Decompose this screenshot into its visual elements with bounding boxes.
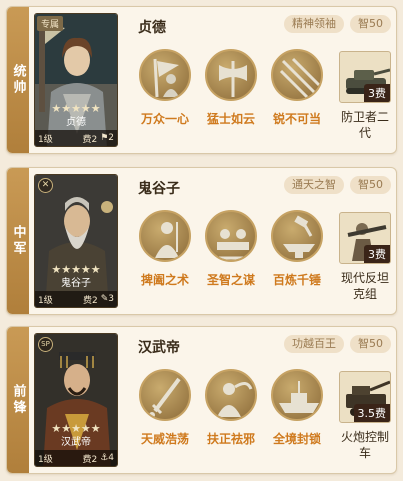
skill-slot-1[interactable]: 捭阖之术 xyxy=(135,210,195,288)
hero-name: 鬼谷子 xyxy=(138,181,180,197)
skill-slot-1[interactable]: 万众一心 xyxy=(135,49,195,127)
lineup-card-center[interactable]: 中军 ✕ ★★★★★ 鬼谷子 1级 费2 ✎ 3 鬼谷子 通天之智 智50 捭阖… xyxy=(6,167,397,315)
skill-name: 捭阖之术 xyxy=(140,273,189,287)
position-tab: 中军 xyxy=(7,168,29,314)
scholar-icon xyxy=(139,210,191,262)
hero-portrait[interactable]: ✕ ★★★★★ 鬼谷子 1级 费2 ✎ 3 xyxy=(34,174,118,308)
horn-warrior-icon xyxy=(205,369,257,421)
hero-trait-tag: 通天之智 xyxy=(284,176,344,194)
hero-level: 1级 xyxy=(38,134,53,145)
skill-slot-1[interactable]: 天威浩荡 xyxy=(135,369,195,447)
skill-slot-2[interactable]: 圣智之谋 xyxy=(201,210,261,288)
hero-level: 1级 xyxy=(38,295,53,306)
hero-trait-tag: 精神领袖 xyxy=(284,15,344,33)
skill-name: 万众一心 xyxy=(140,112,189,126)
artillery-vehicle-icon: 3.5费 xyxy=(339,371,391,423)
hero-portrait[interactable]: SP ★★★★★ 汉武帝 1级 费2 ⚓ 4 xyxy=(34,333,118,467)
anti-tank-team-icon: 3费 xyxy=(339,212,391,264)
exclusive-badge: 专属 xyxy=(37,16,64,31)
skill-name: 全境封锁 xyxy=(272,432,321,446)
hero-stat-tag: 智50 xyxy=(350,15,391,33)
gear-name: 防卫者二代 xyxy=(340,110,389,140)
gear-slot[interactable]: 3.5费 火炮控制车 xyxy=(337,371,393,461)
portrait-hero-name: 鬼谷子 xyxy=(61,278,91,289)
position-tab: 统帅 xyxy=(7,7,29,153)
gear-slot[interactable]: 3费 现代反坦克组 xyxy=(337,212,393,302)
skill-slot-2[interactable]: 扶正祛邪 xyxy=(201,369,261,447)
spears-icon xyxy=(271,49,323,101)
hero-cost: 费2 xyxy=(82,454,98,465)
anvil-hammer-icon xyxy=(271,210,323,262)
skill-slot-2[interactable]: 猛士如云 xyxy=(201,49,261,127)
skill-name: 天威浩荡 xyxy=(140,432,189,446)
gear-cost: 3.5费 xyxy=(353,404,390,422)
gear-slot[interactable]: 3费 防卫者二代 xyxy=(337,51,393,141)
gear-cost: 3费 xyxy=(364,84,390,102)
hero-extra-count: 4 xyxy=(108,453,114,463)
hero-cost: 费2 xyxy=(82,134,98,145)
hero-extra-count: 2 xyxy=(108,133,114,143)
dismiss-icon[interactable]: ✕ xyxy=(38,178,53,193)
anchor-icon: ⚓ xyxy=(100,453,109,463)
portrait-hero-name: 贞德 xyxy=(66,117,86,128)
flag-bearer-icon xyxy=(139,49,191,101)
hero-cost: 费2 xyxy=(82,295,98,306)
sp-badge: SP xyxy=(38,337,53,352)
flag-icon: ⚑ xyxy=(100,133,109,143)
hero-name: 贞德 xyxy=(138,20,166,36)
skill-name: 锐不可当 xyxy=(272,112,321,126)
hero-info-bar: 1级 费2 ⚑ 2 xyxy=(35,130,117,146)
gear-cost: 3费 xyxy=(364,245,390,263)
hero-info-bar: 1级 费2 ⚓ 4 xyxy=(35,450,117,466)
lineup-card-vanguard[interactable]: 前锋 SP ★★★★★ 汉武帝 1级 费2 ⚓ 4 汉武帝 功越百王 智50 天… xyxy=(6,326,397,474)
skill-name: 百炼千锤 xyxy=(272,273,321,287)
tank-icon: 3费 xyxy=(339,51,391,103)
position-tab: 前锋 xyxy=(7,327,29,473)
hero-trait-tag: 功越百王 xyxy=(284,335,344,353)
lineup-card-commander[interactable]: 统帅 专属 ★★★★★ 贞德 1级 费2 ⚑ 2 贞德 精神领袖 智50 万众一… xyxy=(6,6,397,154)
skill-name: 猛士如云 xyxy=(206,112,255,126)
hero-name: 汉武帝 xyxy=(138,340,180,356)
gear-name: 现代反坦克组 xyxy=(340,271,389,301)
hero-stat-tag: 智50 xyxy=(350,335,391,353)
skill-name: 扶正祛邪 xyxy=(206,432,255,446)
sword-icon xyxy=(139,369,191,421)
hero-info-bar: 1级 费2 ✎ 3 xyxy=(35,291,117,307)
skill-slot-3[interactable]: 锐不可当 xyxy=(267,49,327,127)
gear-name: 火炮控制车 xyxy=(340,430,389,460)
portrait-hero-name: 汉武帝 xyxy=(61,437,91,448)
feather-icon: ✎ xyxy=(100,294,109,304)
hero-portrait[interactable]: 专属 ★★★★★ 贞德 1级 费2 ⚑ 2 xyxy=(34,13,118,147)
hero-stat-tag: 智50 xyxy=(350,176,391,194)
skill-slot-3[interactable]: 百炼千锤 xyxy=(267,210,327,288)
warship-icon xyxy=(271,369,323,421)
axe-icon xyxy=(205,49,257,101)
skill-name: 圣智之谋 xyxy=(206,273,255,287)
skill-slot-3[interactable]: 全境封锁 xyxy=(267,369,327,447)
council-icon xyxy=(205,210,257,262)
hero-extra-count: 3 xyxy=(108,294,114,304)
hero-level: 1级 xyxy=(38,454,53,465)
